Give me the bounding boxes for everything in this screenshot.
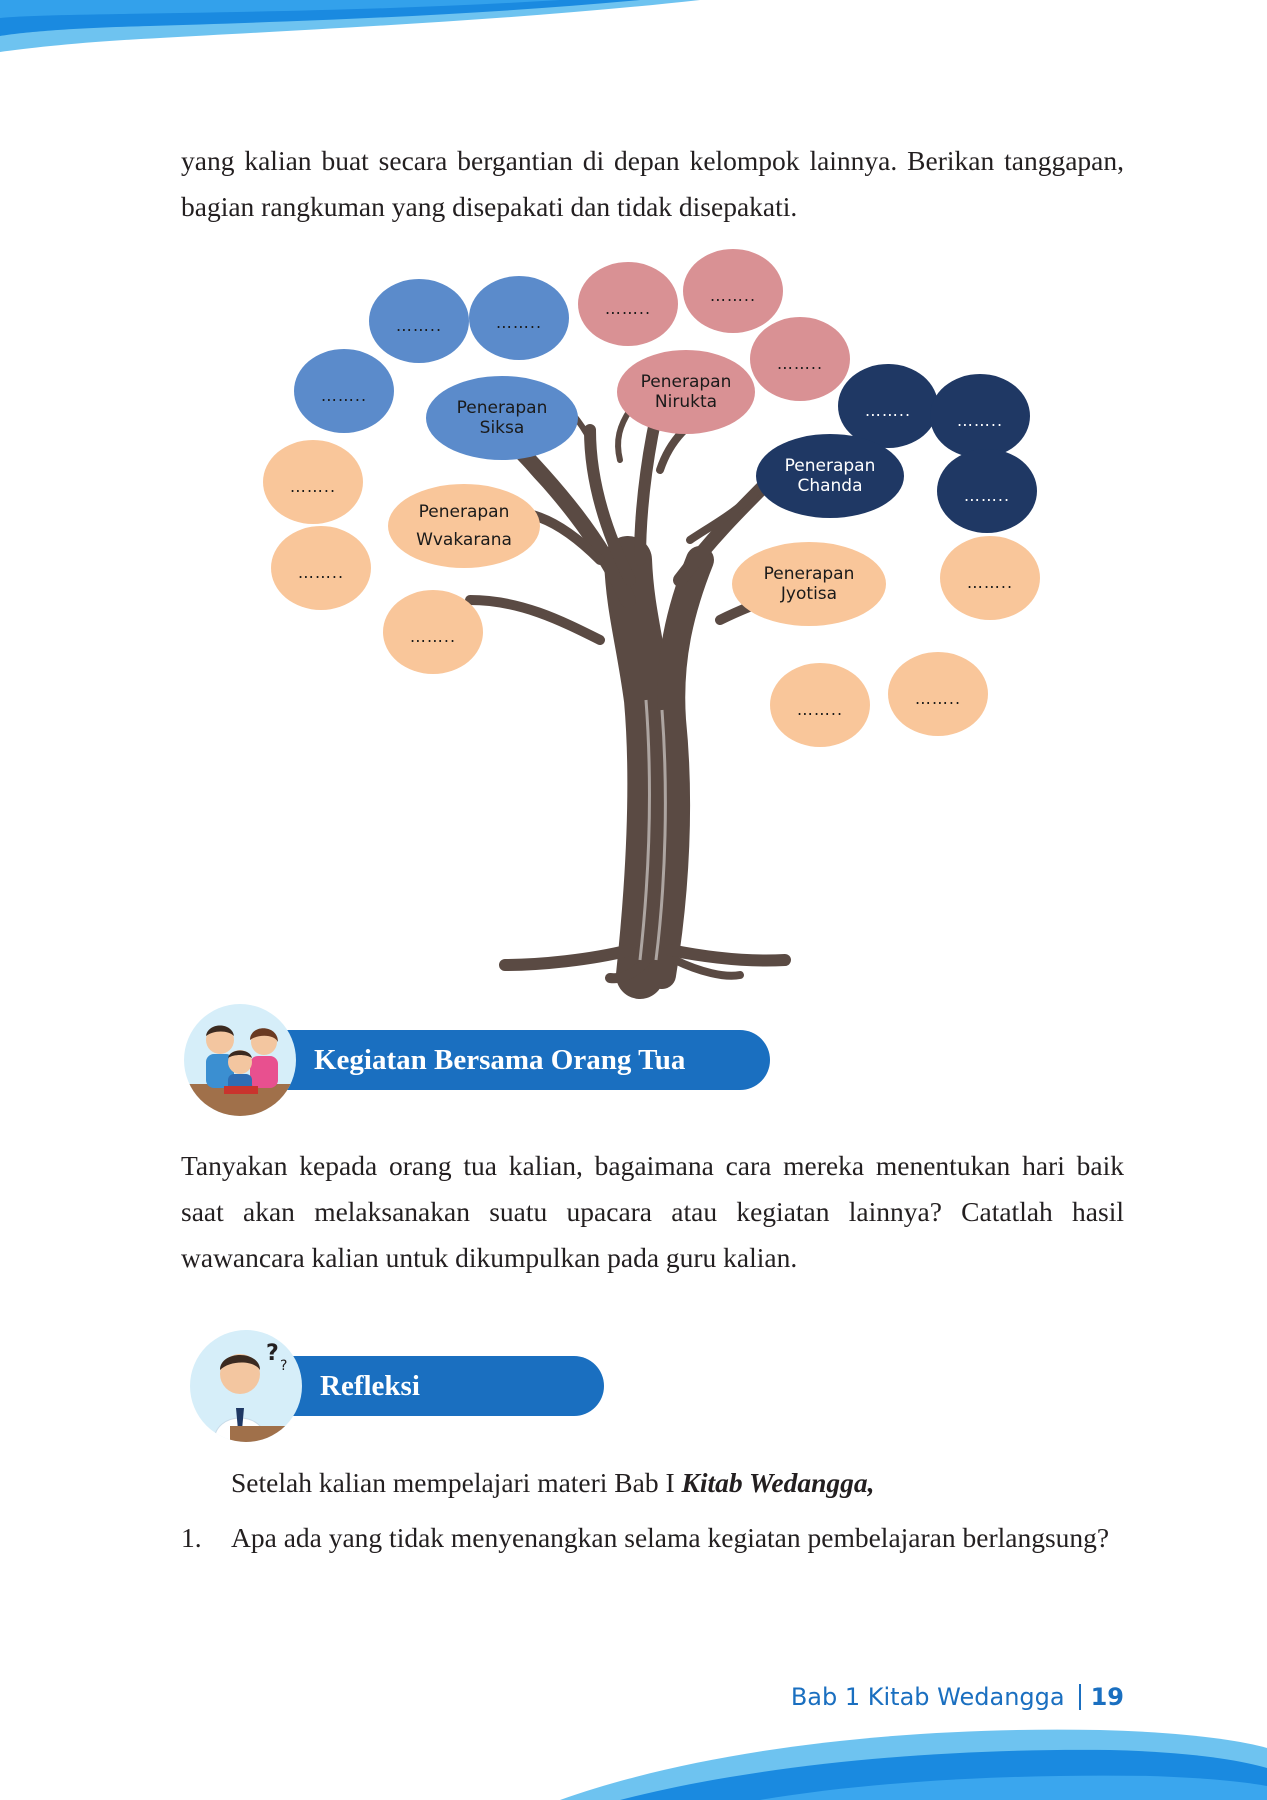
svg-text:?: ?: [266, 1341, 279, 1366]
jyotisa-label-bubble: Penerapan Jyotisa: [732, 542, 886, 626]
chanda-placeholder-bubble-2: ……..: [930, 374, 1030, 458]
parents-activity-header: Kegiatan Bersama Orang Tua: [268, 1030, 770, 1090]
reflection-question-number: 1.: [181, 1522, 202, 1553]
bottom-wave-decoration: [560, 1729, 1267, 1800]
wvakarana-placeholder-bubble-1: ……..: [263, 440, 363, 524]
thinking-student-icon: ? ?: [190, 1330, 302, 1442]
jyotisa-placeholder-bubble-3: ……..: [888, 652, 988, 736]
svg-text:?: ?: [280, 1358, 287, 1374]
nirukta-placeholder-bubble-1: ……..: [578, 262, 678, 346]
chanda-placeholder-bubble-3: ……..: [937, 449, 1037, 533]
family-reading-icon: [184, 1004, 296, 1116]
siksa-label-bubble: Penerapan Siksa: [426, 376, 578, 460]
wvakarana-placeholder-bubble-2: ……..: [271, 526, 371, 610]
reflection-title: Refleksi: [320, 1369, 420, 1402]
parents-activity-title: Kegiatan Bersama Orang Tua: [314, 1043, 686, 1076]
wvakarana-label-bubble: Penerapan Wvakarana: [388, 484, 540, 568]
nirukta-placeholder-bubble-3: ……..: [750, 317, 850, 401]
jyotisa-placeholder-bubble-2: ……..: [770, 663, 870, 747]
siksa-placeholder-bubble-3: ……..: [294, 349, 394, 433]
chanda-label-bubble: Penerapan Chanda: [756, 434, 904, 518]
nirukta-label-bubble: Penerapan Nirukta: [617, 350, 755, 434]
reflection-question-text: Apa ada yang tidak menyenangkan selama k…: [231, 1522, 1110, 1553]
wvakarana-placeholder-bubble-3: ……..: [383, 590, 483, 674]
tree-illustration: [465, 392, 845, 999]
reflection-intro: Setelah kalian mempelajari materi Bab I …: [231, 1467, 875, 1498]
jyotisa-placeholder-bubble-1: ……..: [940, 536, 1040, 620]
nirukta-placeholder-bubble-2: ……..: [683, 249, 783, 333]
siksa-placeholder-bubble-2: ……..: [469, 276, 569, 360]
reflection-header: Refleksi: [276, 1356, 604, 1416]
parents-activity-text: Tanyakan kepada orang tua kalian, bagaim…: [181, 1150, 1124, 1273]
siksa-placeholder-bubble-1: ……..: [369, 279, 469, 363]
